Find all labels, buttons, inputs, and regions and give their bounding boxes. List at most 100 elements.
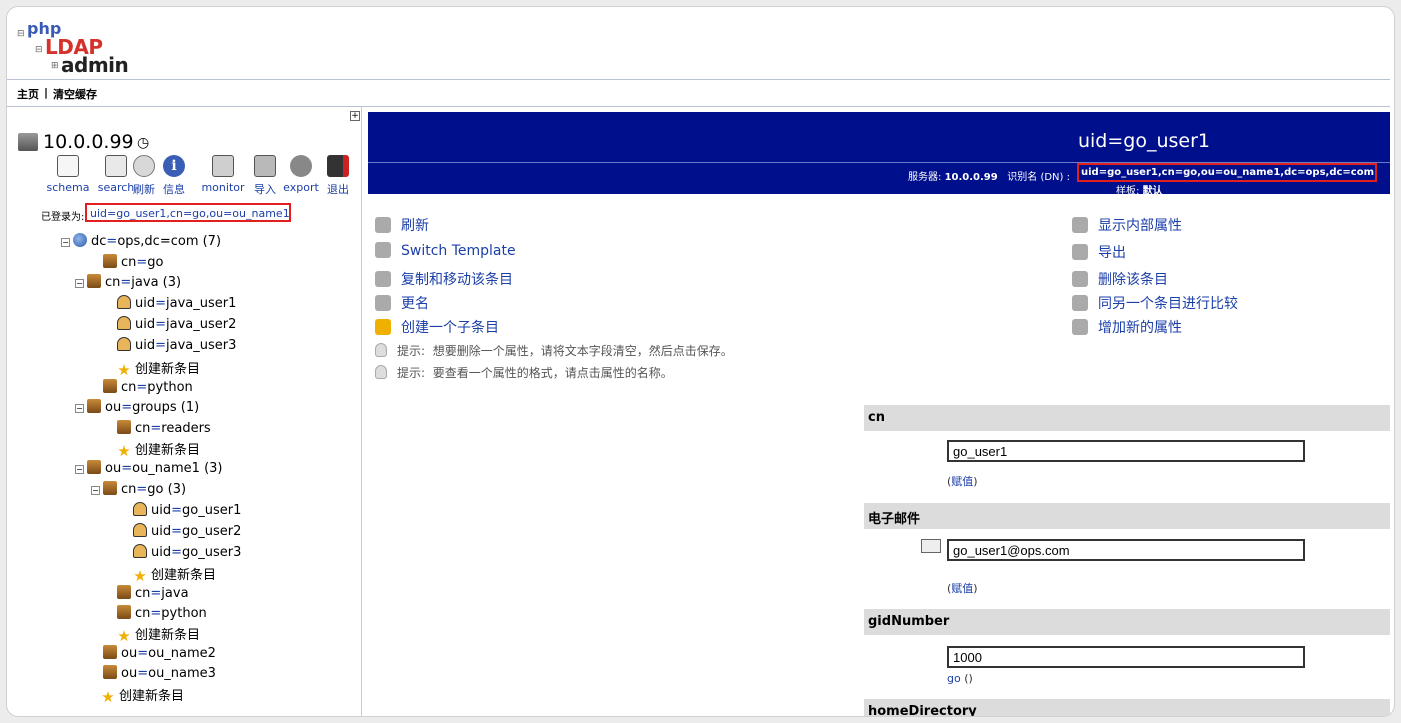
tree-node[interactable]: − cn=go (3) [91, 481, 186, 499]
tree-node[interactable]: cn=java [117, 585, 189, 603]
tree-node[interactable]: cn=python [103, 379, 193, 397]
org-unit-icon [87, 274, 101, 288]
tree-node[interactable]: ★ 创建新条目 [101, 685, 184, 706]
home-link[interactable]: 主页 [17, 86, 39, 102]
tree-node-value: go_user2 [182, 524, 242, 539]
tree-node[interactable]: uid=java_user2 [117, 316, 236, 334]
action-tools[interactable]: 显示内部属性 [1072, 215, 1182, 235]
tree-node[interactable]: ★ 创建新条目 [117, 439, 201, 459]
entry-dn: uid=go_user1,cn=go,ou=ou_name1,dc=ops,dc… [1077, 163, 1377, 182]
collapse-icon[interactable]: − [91, 486, 100, 495]
attr-email-header[interactable]: 电子邮件 [864, 503, 1390, 529]
attr-cn-input[interactable] [947, 440, 1305, 462]
tree-node[interactable]: − cn=java (3) [75, 274, 181, 292]
attr-gid-header[interactable]: gidNumber [864, 609, 1390, 635]
tree-node[interactable]: ★ 创建新条目 [117, 358, 201, 378]
expand-panel-icon[interactable]: + [350, 111, 360, 121]
action-add-attribute[interactable]: 增加新的属性 [1072, 317, 1182, 337]
tree-node[interactable]: − ou=groups (1) [75, 399, 199, 417]
switch-template-icon [375, 242, 391, 258]
tree-node-value: readers [161, 421, 211, 436]
tree-node[interactable]: cn=python [117, 605, 207, 623]
attr-name[interactable]: cn [868, 410, 885, 425]
tree-node[interactable]: − dc=ops,dc=com (7) [61, 233, 221, 251]
equals-sign: = [171, 524, 183, 539]
tree-node[interactable]: ou=ou_name3 [103, 665, 216, 683]
user-icon [133, 544, 147, 558]
tree-node[interactable]: ou=ou_name2 [103, 645, 216, 663]
server-host[interactable]: 10.0.0.99 [43, 131, 134, 153]
entry-title-bar: uid=go_user1 服务器: 10.0.0.99 识别名 (DN) : u… [368, 112, 1390, 197]
clear-cache-link[interactable]: 清空缓存 [53, 86, 97, 102]
attr-cn-link: (赋值) [947, 473, 978, 489]
hint-text: 想要删除一个属性，请将文本字段清空，然后点击保存。 [432, 344, 733, 358]
attr-name[interactable]: gidNumber [868, 614, 949, 629]
tree-node[interactable]: − ou=ou_name1 (3) [75, 460, 223, 478]
equals-sign: = [121, 400, 133, 415]
action-label: 复制和移动该条目 [401, 272, 513, 288]
collapse-icon[interactable]: − [75, 279, 84, 288]
tree-node[interactable]: cn=go [103, 254, 164, 272]
org-unit-icon [103, 379, 117, 393]
template-value: 默认 [1142, 186, 1163, 197]
collapse-icon[interactable]: − [75, 465, 84, 474]
action-label: 显示内部属性 [1098, 218, 1182, 234]
action-star[interactable]: 创建一个子条目 [375, 317, 499, 337]
action-switch-template[interactable]: Switch Template [375, 242, 516, 259]
toolbar-label: export [283, 181, 319, 194]
create-entry-label: 创建新条目 [135, 362, 201, 377]
equals-sign: = [136, 482, 148, 497]
attr-name[interactable]: 电子邮件 [868, 512, 920, 527]
action-compare[interactable]: 同另一个条目进行比较 [1072, 293, 1238, 313]
tree-node-attr: uid [151, 524, 172, 539]
tree-node-value: ops,dc=com (7) [117, 234, 222, 249]
action-rename[interactable]: 更名 [375, 293, 429, 313]
action-trash[interactable]: 删除该条目 [1072, 269, 1168, 289]
attr-cn-header[interactable]: cn [864, 405, 1390, 431]
tree-node-value: java_user2 [166, 317, 237, 332]
attr-email-input[interactable] [947, 539, 1305, 561]
collapse-icon[interactable]: − [61, 238, 70, 247]
tree-node[interactable]: uid=go_user3 [133, 544, 241, 562]
export-icon [1072, 244, 1088, 260]
user-icon [133, 523, 147, 537]
tree-node[interactable]: uid=java_user3 [117, 337, 236, 355]
tree-node[interactable]: ★ 创建新条目 [133, 564, 216, 584]
logo-admin: admin [61, 53, 129, 77]
left-panel: + 10.0.0.99 ◷ schema search 刷新 i 信息 monit… [7, 107, 362, 716]
assign-link[interactable]: 赋值 [951, 475, 973, 488]
group-link[interactable]: go [947, 672, 961, 685]
toolbar-logout[interactable]: 退出 [318, 155, 358, 197]
attr-gid-input[interactable] [947, 646, 1305, 668]
action-export[interactable]: 导出 [1072, 242, 1126, 262]
equals-sign: = [171, 503, 183, 518]
server-label: 服务器: [908, 172, 942, 183]
star-icon: ★ [101, 688, 115, 706]
collapse-icon[interactable]: − [75, 404, 84, 413]
tree-node[interactable]: cn=readers [117, 420, 211, 438]
create-entry-label: 创建新条目 [135, 443, 201, 458]
logged-in-dn[interactable]: uid=go_user1,cn=go,ou=ou_name1 [85, 203, 291, 222]
tree-connector-icon: ⊟ [17, 29, 25, 39]
mail-icon[interactable] [921, 539, 941, 553]
toolbar-info[interactable]: i 信息 [152, 155, 196, 197]
clock-icon[interactable]: ◷ [137, 135, 149, 151]
tree-node[interactable]: uid=go_user2 [133, 523, 241, 541]
action-refresh[interactable]: 刷新 [375, 215, 429, 235]
lightbulb-icon [375, 365, 387, 379]
tree-node-attr: ou [121, 666, 138, 681]
tree-node[interactable]: uid=java_user1 [117, 295, 236, 313]
action-label: 导出 [1098, 245, 1126, 261]
tree-node[interactable]: ★ 创建新条目 [117, 624, 200, 644]
action-copy-move[interactable]: 复制和移动该条目 [375, 269, 513, 289]
add-attribute-icon [1072, 319, 1088, 335]
toolbar-monitor[interactable]: monitor [193, 155, 253, 194]
attr-home-header[interactable]: homeDirectory [864, 699, 1390, 716]
org-unit-icon [117, 585, 131, 599]
assign-link[interactable]: 赋值 [951, 582, 973, 595]
equals-sign: = [121, 461, 133, 476]
tree-node[interactable]: uid=go_user1 [133, 502, 241, 520]
tree-node-value: go_user1 [182, 503, 242, 518]
attr-name[interactable]: homeDirectory [868, 704, 977, 716]
org-unit-icon [103, 665, 117, 679]
